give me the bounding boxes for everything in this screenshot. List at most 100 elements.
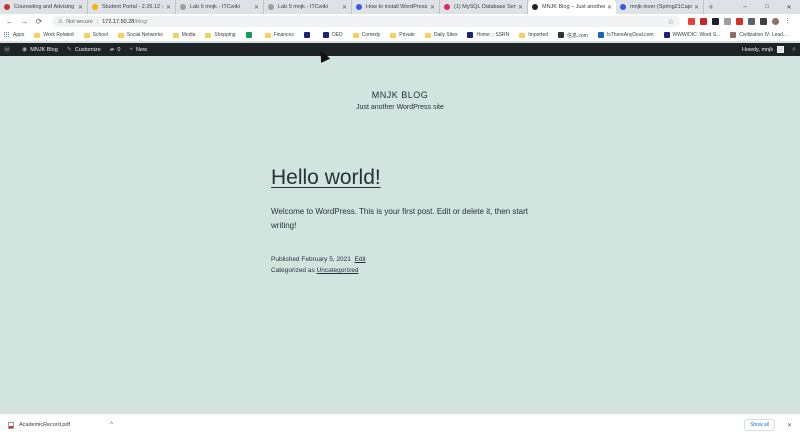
search-icon[interactable]: ⌕ — [792, 46, 796, 54]
tab-favicon-icon — [532, 4, 538, 10]
browser-tab[interactable]: How to install WordPress | ...✕ — [352, 0, 440, 14]
wp-admin-bar: Ⓦ ◉ MNJK Blog ✎ Customize ▰ 0 + New Howd… — [0, 43, 800, 56]
browser-tab[interactable]: Lab 5 mnjk - ITCwiki ✕ — [264, 0, 352, 14]
tab-close-icon[interactable]: ✕ — [166, 4, 171, 11]
folder-icon — [83, 32, 90, 38]
extension-icon[interactable] — [724, 18, 732, 25]
folder-icon — [34, 32, 41, 38]
extension-icon[interactable] — [712, 18, 720, 25]
bookmark-item[interactable]: Social Networks — [117, 32, 163, 38]
category-link[interactable]: Uncategorized — [317, 267, 359, 274]
edit-post-link[interactable]: Edit — [355, 256, 366, 263]
site-name-label: MNJK Blog — [30, 46, 58, 53]
tab-close-icon[interactable]: ✕ — [607, 4, 612, 11]
dashboard-icon: ◉ — [22, 47, 28, 53]
tab-close-icon[interactable]: ✕ — [342, 4, 347, 11]
browser-tab[interactable]: MNJK Blog – Just another W...✕ — [528, 0, 616, 14]
puzzle-icon[interactable] — [748, 18, 756, 25]
new-content-menu[interactable]: + New — [129, 47, 147, 53]
browser-tab[interactable]: (1) MySQL Database Server...✕ — [440, 0, 528, 14]
browser-tab[interactable]: mnjk-inver (Spring21Capst...✕ — [616, 0, 704, 14]
bookmark-item[interactable]: Apps — [4, 32, 24, 38]
site-name-menu[interactable]: ◉ MNJK Blog — [22, 46, 58, 54]
new-label: New — [136, 46, 148, 53]
categorized-label: Categorized as — [271, 267, 315, 274]
bookmark-item[interactable]: OED — [322, 32, 343, 38]
show-all-button[interactable]: Show all — [744, 419, 775, 431]
tab-list: Counseling and Advising - ...✕Student Po… — [0, 0, 704, 14]
bookmark-label: Home :: SSRN — [476, 32, 510, 38]
wp-logo-menu[interactable]: Ⓦ — [4, 45, 13, 54]
browser-tab[interactable]: Counseling and Advising - ...✕ — [0, 0, 88, 14]
media-icon[interactable] — [760, 18, 768, 25]
folder-icon — [264, 32, 271, 38]
maximize-button[interactable]: □ — [756, 0, 778, 14]
reload-button[interactable]: ⟳ — [33, 16, 45, 28]
browser-tab[interactable]: Student Portal - 2.26.12 - A...✕ — [88, 0, 176, 14]
bookmark-item[interactable]: Private — [390, 32, 415, 38]
site-description: Just another WordPress site — [356, 104, 444, 111]
published-label: Published — [271, 256, 300, 263]
chevron-up-icon[interactable]: ^ — [110, 422, 113, 428]
comments-link[interactable]: ▰ 0 — [110, 46, 121, 54]
bookmark-label: Daily Sites — [433, 32, 458, 38]
minimize-button[interactable]: – — [734, 0, 756, 14]
bookmark-item[interactable]: Work Related — [34, 32, 74, 38]
bookmark-item[interactable]: School — [83, 32, 108, 38]
account-menu[interactable]: Howdy, mnjk ⌕ — [742, 46, 800, 54]
extension-icon[interactable] — [700, 18, 708, 25]
site-title[interactable]: MNJK BLOG — [0, 90, 800, 100]
bookmark-item[interactable]: Daily Sites — [424, 32, 458, 38]
bookmark-label: WWW/DIC: Word S... — [672, 32, 721, 38]
howdy-label: Howdy, mnjk — [742, 46, 774, 53]
download-item[interactable]: AcademicRecord.pdf ^ — [8, 421, 113, 429]
site-favicon-icon — [730, 32, 737, 38]
tab-close-icon[interactable]: ✕ — [694, 4, 699, 11]
published-date[interactable]: February 5, 2021 — [301, 256, 351, 263]
bookmark-item[interactable]: Shopping — [205, 32, 236, 38]
address-bar[interactable]: ⚠ Not secure | 172.17.50.28/blog/ ☆ — [51, 16, 681, 27]
bookmark-item[interactable]: Media — [172, 32, 196, 38]
tab-close-icon[interactable]: ✕ — [78, 4, 83, 11]
bookmark-item[interactable] — [245, 32, 255, 38]
tab-title: mnjk-inver (Spring21Capst... — [630, 4, 692, 10]
tab-close-icon[interactable]: ✕ — [518, 4, 523, 11]
bookmark-item[interactable]: Imported — [519, 32, 548, 38]
bookmark-item[interactable]: Civilization IV: Lead... — [730, 32, 787, 38]
bookmark-item[interactable]: 信息.com — [558, 32, 588, 39]
bookmark-item[interactable] — [303, 32, 313, 38]
bookmark-star-icon[interactable]: ☆ — [668, 18, 674, 26]
folder-icon — [172, 32, 179, 38]
download-shelf: AcademicRecord.pdf ^ Show all ✕ — [0, 413, 800, 436]
plus-icon: + — [129, 46, 133, 53]
tab-favicon-icon — [4, 4, 10, 10]
folder-icon — [424, 32, 431, 38]
tab-close-icon[interactable]: ✕ — [254, 4, 259, 11]
extension-icon[interactable] — [688, 18, 696, 25]
browser-toolbar: ← → ⟳ ⚠ Not secure | 172.17.50.28/blog/ … — [0, 14, 800, 29]
tab-favicon-icon — [92, 4, 98, 10]
tab-favicon-icon — [268, 4, 274, 10]
warning-icon[interactable]: ⚠ — [58, 18, 63, 25]
bookmark-item[interactable]: Home :: SSRN — [467, 32, 509, 38]
bookmark-item[interactable]: IsThereAnyDeal.com — [597, 32, 654, 38]
bookmark-item[interactable]: WWW/DIC: Word S... — [663, 32, 721, 38]
bookmark-item[interactable]: Finances — [264, 32, 294, 38]
bookmark-item[interactable]: Comedy — [352, 32, 380, 38]
menu-kebab-icon[interactable]: ⋮ — [784, 18, 791, 25]
customize-link[interactable]: ✎ Customize — [67, 46, 101, 54]
not-secure-label: Not secure — [66, 18, 93, 25]
extension-icon[interactable] — [736, 18, 744, 25]
apps-grid-icon — [4, 32, 10, 38]
back-button[interactable]: ← — [4, 16, 16, 28]
browser-tab[interactable]: Lab 6 mnjk - ITCwiki ✕ — [176, 0, 264, 14]
new-tab-button[interactable]: + — [704, 0, 718, 14]
bookmark-label: Media — [181, 32, 196, 38]
post-title-link[interactable]: Hello world! — [271, 166, 381, 190]
close-window-button[interactable]: ✕ — [778, 0, 800, 14]
forward-button[interactable]: → — [19, 16, 31, 28]
profile-avatar-icon[interactable] — [772, 18, 780, 25]
close-icon[interactable]: ✕ — [787, 422, 792, 429]
extension-icons: ⋮ — [688, 18, 796, 25]
tab-close-icon[interactable]: ✕ — [430, 4, 435, 11]
